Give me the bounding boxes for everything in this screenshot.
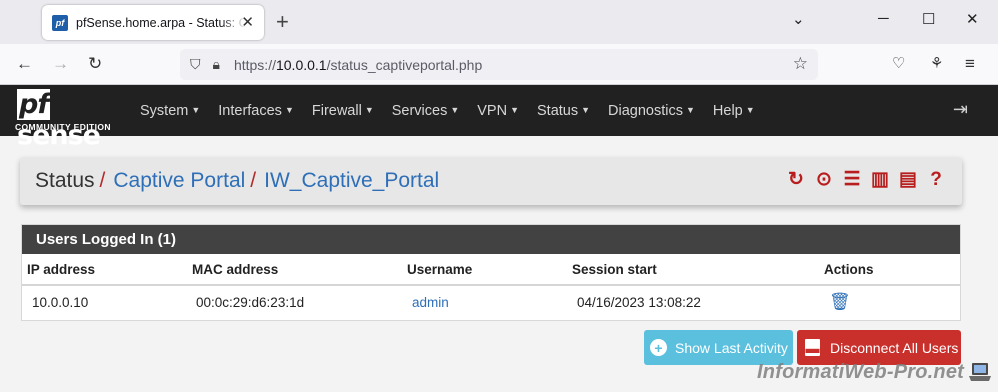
restart-icon[interactable]: ↻ bbox=[786, 169, 806, 191]
caret-down-icon: ▼ bbox=[450, 104, 460, 115]
pfsense-header: pfsense COMMUNITY EDITION System ▼ Interf… bbox=[0, 85, 998, 151]
caret-down-icon: ▼ bbox=[510, 104, 520, 115]
trash-icon: ▬ bbox=[805, 339, 820, 356]
show-last-activity-button[interactable]: + Show Last Activity bbox=[644, 330, 793, 365]
menu-diagnostics[interactable]: Diagnostics ▼ bbox=[599, 103, 704, 119]
caret-down-icon: ▼ bbox=[745, 104, 755, 115]
menu-interfaces[interactable]: Interfaces ▼ bbox=[209, 103, 303, 119]
browser-tab[interactable]: pf pfSense.home.arpa - Status: Captive P… bbox=[42, 5, 264, 40]
panel-heading: Users Logged In (1) bbox=[22, 225, 960, 254]
column-header: Actions bbox=[824, 254, 960, 286]
tab-list-chevron-icon[interactable]: ⌄ bbox=[792, 10, 805, 28]
extensions-icon[interactable]: ⚘ bbox=[930, 54, 943, 72]
table-header-row: IP address MAC address Username Session … bbox=[22, 254, 960, 286]
menu-firewall[interactable]: Firewall ▼ bbox=[303, 103, 383, 119]
hamburger-menu-icon[interactable]: ≡ bbox=[965, 54, 975, 74]
caret-down-icon: ▼ bbox=[191, 104, 201, 115]
settings-sliders-icon[interactable]: ☰ bbox=[842, 169, 862, 191]
pfsense-logo[interactable]: pfsense COMMUNITY EDITION bbox=[15, 89, 125, 151]
menu-help[interactable]: Help ▼ bbox=[704, 103, 764, 119]
column-header: Username bbox=[407, 254, 572, 286]
lock-icon[interactable]: 🔒︎ bbox=[213, 56, 220, 73]
caret-down-icon: ▼ bbox=[686, 104, 695, 115]
column-header: IP address bbox=[22, 254, 192, 286]
laptop-logo-icon bbox=[969, 363, 991, 381]
breadcrumb-actions: ↻ ⊙ ☰ ▥ ▤ ? bbox=[786, 169, 946, 191]
menu-system[interactable]: System ▼ bbox=[131, 103, 209, 119]
breadcrumb-status: Status bbox=[35, 169, 95, 192]
caret-down-icon: ▼ bbox=[581, 104, 591, 115]
stop-icon[interactable]: ⊙ bbox=[814, 169, 834, 191]
breadcrumb-separator: / bbox=[99, 169, 106, 192]
minimize-icon[interactable]: ─ bbox=[878, 10, 889, 27]
log-list-icon[interactable]: ▤ bbox=[898, 169, 918, 191]
menu-services[interactable]: Services ▼ bbox=[383, 103, 469, 119]
trash-icon[interactable]: 🗑︎ bbox=[824, 292, 851, 311]
plus-circle-icon: + bbox=[650, 339, 667, 356]
main-menu: System ▼ Interfaces ▼ Firewall ▼ Services ▼ … bbox=[131, 85, 764, 136]
mac-cell: 00:0c:29:d6:23:1d bbox=[196, 294, 305, 310]
breadcrumb-zone[interactable]: IW_Captive_Portal bbox=[264, 169, 439, 193]
breadcrumb-captive-portal[interactable]: Captive Portal bbox=[113, 169, 245, 193]
disconnect-all-users-button[interactable]: ▬ Disconnect All Users bbox=[797, 330, 961, 365]
pfsense-favicon-icon: pf bbox=[52, 14, 68, 31]
back-arrow-icon[interactable]: ← bbox=[16, 54, 33, 74]
users-logged-in-panel: Users Logged In (1) IP address MAC addre… bbox=[21, 224, 961, 321]
address-bar[interactable]: ⛉ 🔒︎ https://10.0.0.1/status_captiveport… bbox=[180, 49, 818, 80]
close-tab-icon[interactable]: ✕ bbox=[241, 13, 254, 31]
bar-chart-icon[interactable]: ▥ bbox=[870, 169, 890, 191]
users-table: IP address MAC address Username Session … bbox=[22, 254, 960, 318]
browser-tab-bar: pf pfSense.home.arpa - Status: Captive P… bbox=[0, 0, 998, 44]
breadcrumb-separator: / bbox=[250, 169, 257, 192]
help-icon[interactable]: ? bbox=[926, 169, 946, 191]
breadcrumb: Status / Captive Portal / IW_Captive_Por… bbox=[20, 157, 962, 205]
shield-icon[interactable]: ⛉ bbox=[190, 56, 201, 73]
column-header: Session start bbox=[572, 254, 824, 286]
caret-down-icon: ▼ bbox=[284, 104, 294, 115]
close-window-icon[interactable]: ✕ bbox=[966, 10, 979, 28]
new-tab-button[interactable]: + bbox=[276, 9, 289, 35]
caret-down-icon: ▼ bbox=[364, 104, 374, 115]
column-header: MAC address bbox=[192, 254, 407, 286]
bookmark-star-icon[interactable]: ☆ bbox=[793, 54, 808, 74]
reload-icon[interactable]: ↻ bbox=[88, 54, 102, 74]
watermark: InformatiWeb-Pro.net bbox=[757, 361, 964, 383]
username-link[interactable]: admin bbox=[412, 295, 449, 310]
menu-status[interactable]: Status ▼ bbox=[528, 103, 599, 119]
pocket-icon[interactable]: ♡ bbox=[892, 54, 905, 72]
session-start-cell: 04/16/2023 13:08:22 bbox=[577, 294, 701, 310]
table-row: 10.0.0.10 00:0c:29:d6:23:1d admin 04/16/… bbox=[22, 285, 960, 318]
logout-icon[interactable]: ⇥ bbox=[953, 99, 968, 120]
tab-title: pfSense.home.arpa - Status: Captive Port… bbox=[76, 15, 246, 30]
forward-arrow-icon[interactable]: → bbox=[52, 54, 69, 74]
maximize-icon[interactable]: ☐ bbox=[922, 10, 935, 28]
ip-cell: 10.0.0.10 bbox=[32, 294, 89, 310]
menu-vpn[interactable]: VPN ▼ bbox=[468, 103, 528, 119]
url-text[interactable]: https://10.0.0.1/status_captiveportal.ph… bbox=[234, 57, 482, 73]
browser-nav-bar: ← → ↻ ⛉ 🔒︎ https://10.0.0.1/status_capti… bbox=[0, 44, 998, 85]
